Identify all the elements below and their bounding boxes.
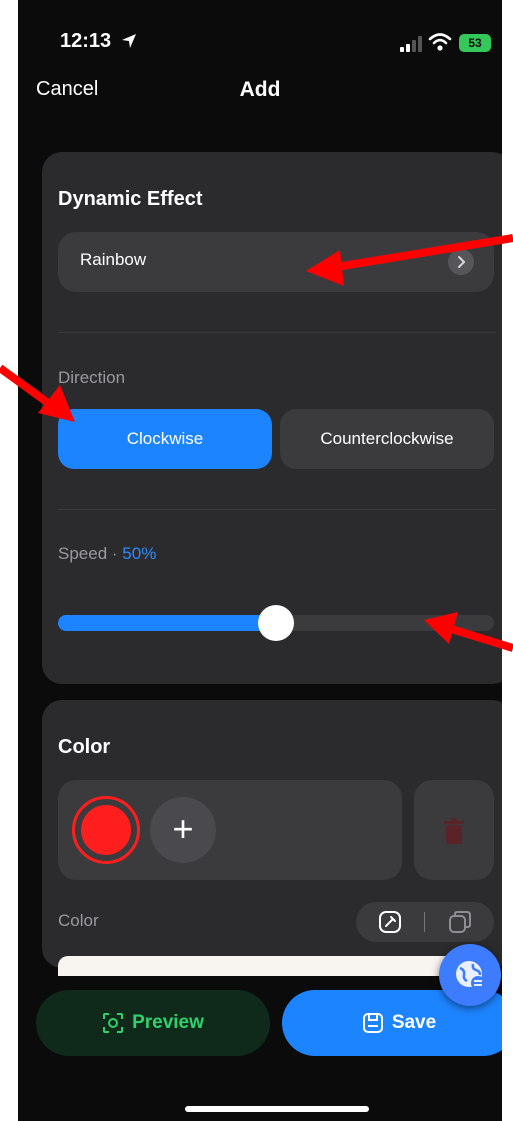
page-title: Add <box>239 78 281 101</box>
divider <box>58 509 496 510</box>
effect-select[interactable]: Rainbow <box>58 232 494 292</box>
battery-level: 53 <box>468 36 482 50</box>
location-arrow-icon <box>122 34 136 48</box>
preview-icon <box>103 1013 124 1033</box>
color-mode-label: Color <box>58 911 99 930</box>
trash-icon <box>444 818 464 844</box>
preview-label: Preview <box>132 1012 204 1033</box>
app-screen: 12:13 53 Cancel Add Dynamic Effect Rainb… <box>18 0 502 1121</box>
status-time: 12:13 <box>60 30 112 52</box>
speed-label: Speed · <box>58 544 118 563</box>
effect-selected-value: Rainbow <box>80 250 147 269</box>
floating-translate-button[interactable] <box>439 944 501 1006</box>
battery-indicator: 53 <box>459 34 491 52</box>
color-picker-strip[interactable] <box>58 956 488 976</box>
color-mode-toggle <box>356 902 494 942</box>
preview-button[interactable]: Preview <box>36 990 270 1056</box>
chevron-right-icon <box>448 249 474 275</box>
color-card: Color + Color <box>42 700 502 976</box>
direction-label: Direction <box>58 368 126 387</box>
home-indicator <box>185 1106 369 1112</box>
copy-icon[interactable] <box>448 910 472 934</box>
speed-value: 50% <box>122 544 157 563</box>
save-label: Save <box>391 1012 437 1033</box>
direction-clockwise-button[interactable]: Clockwise <box>58 409 272 469</box>
globe-translate-icon <box>456 961 485 990</box>
divider <box>58 332 496 333</box>
status-bar: 12:13 53 <box>18 0 502 70</box>
speed-slider-thumb[interactable] <box>258 605 294 641</box>
speed-slider[interactable] <box>58 605 494 641</box>
color-swatch-fill <box>81 805 131 855</box>
speed-slider-fill <box>58 615 276 631</box>
toggle-divider <box>424 912 425 932</box>
dynamic-effect-title: Dynamic Effect <box>58 188 203 210</box>
wifi-icon <box>428 33 452 51</box>
color-swatch-row: + <box>58 780 402 880</box>
add-color-button[interactable]: + <box>150 797 216 863</box>
dynamic-effect-card: Dynamic Effect Rainbow Direction Clockwi… <box>42 152 502 684</box>
color-swatch-selected[interactable] <box>72 796 140 864</box>
delete-color-button[interactable] <box>414 780 494 880</box>
speed-label-row: Speed · 50% <box>58 544 156 564</box>
cellular-signal-icon <box>400 36 422 52</box>
color-section-title: Color <box>58 736 111 758</box>
color-picker-icon[interactable] <box>378 910 402 934</box>
save-icon <box>362 1013 383 1033</box>
direction-counterclockwise-button[interactable]: Counterclockwise <box>280 409 494 469</box>
